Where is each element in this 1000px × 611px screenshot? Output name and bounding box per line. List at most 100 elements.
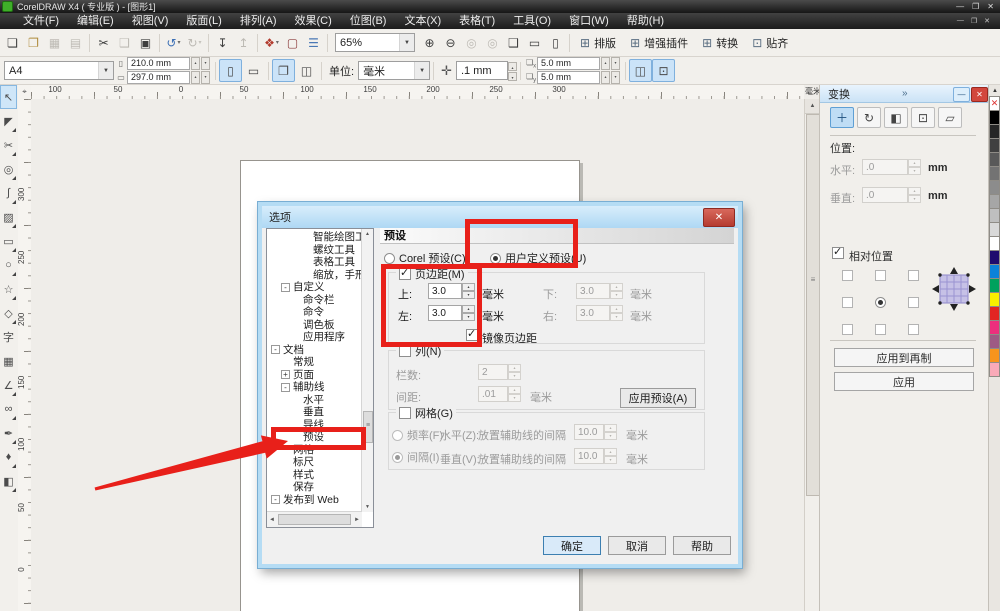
color-swatch[interactable] (989, 152, 1000, 167)
open-icon[interactable]: ❐ (23, 32, 44, 53)
vertical-ruler[interactable]: 300 250 200 150 100 50 0 (17, 99, 32, 611)
zoom-in-icon[interactable]: ⊕ (419, 32, 440, 53)
color-swatch[interactable] (989, 362, 1000, 377)
vertical-spinner[interactable]: ▴ ▾ (908, 187, 921, 203)
duplicate-x-field[interactable]: 5.0 mm (536, 57, 600, 70)
landscape-button[interactable]: ▭ (242, 59, 265, 82)
tree-item[interactable]: - 自定义 (268, 281, 363, 294)
tree-item[interactable]: - 发布到 Web (268, 494, 363, 507)
position-tool-button[interactable]: ＋ (830, 107, 854, 128)
margin-left-field[interactable]: 3.0 (428, 305, 462, 321)
radio-icon[interactable] (490, 252, 501, 264)
view-options-icon[interactable]: ☰ (303, 32, 324, 53)
ruler-origin-button[interactable]: ⌖ (18, 85, 32, 100)
tool-basic-shapes[interactable]: ◇ (0, 301, 17, 325)
tree-item[interactable]: + 页面 (268, 369, 363, 382)
zoom-out-icon[interactable]: ⊖ (440, 32, 461, 53)
export-icon[interactable]: ↥ (233, 32, 254, 53)
user-preset-radio[interactable]: 用户定义预设(U) (490, 250, 586, 266)
grid-horizontal-field[interactable]: 10.0 (574, 424, 604, 440)
typesetting-button[interactable]: ⊞ 排版 (573, 32, 623, 53)
radio-icon[interactable] (384, 252, 395, 264)
tree-vertical-scrollbar[interactable]: ▲ ≡ ▼ (361, 229, 373, 512)
frequency-radio[interactable]: 频率(F) (392, 427, 443, 443)
new-icon[interactable]: ❏ (2, 32, 23, 53)
tree-item[interactable]: 缩放，手形工具 (268, 269, 363, 282)
menu-item[interactable]: 位图(B) (341, 13, 396, 29)
color-swatch[interactable] (989, 278, 1000, 293)
tool-freehand[interactable]: ∫ (0, 181, 17, 205)
save-icon[interactable]: ▦ (44, 32, 65, 53)
tree-horizontal-scrollbar[interactable]: ◄ ► (267, 511, 362, 527)
welcome-screen-icon[interactable]: ▢ (282, 32, 303, 53)
tree-item[interactable]: 螺纹工具 (268, 244, 363, 257)
ok-button[interactable]: 确定 (543, 536, 601, 555)
color-swatch[interactable] (989, 250, 1000, 265)
maximize-icon[interactable]: ❐ (972, 2, 979, 11)
paper-width-spinner[interactable]: ▴ ▾ (191, 57, 210, 70)
duplicate-y-spinner[interactable]: ▴ ▾ (600, 71, 620, 84)
scroll-left-icon[interactable]: ◄ (267, 517, 277, 523)
close-icon[interactable]: ✕ (987, 2, 994, 11)
tree-expander-icon[interactable]: + (281, 370, 290, 380)
apply-preset-button[interactable]: 应用预设(A) (620, 388, 696, 408)
skew-tool-button[interactable]: ▱ (938, 107, 962, 128)
color-swatch[interactable] (989, 138, 1000, 153)
copy-icon[interactable]: ❑ (114, 32, 135, 53)
paper-width-field[interactable]: 210.0 mm (127, 57, 190, 70)
column-count-spinner[interactable]: ▴ ▾ (508, 364, 521, 380)
anchor-top-left[interactable] (842, 270, 853, 281)
docker-close-icon[interactable]: ✕ (971, 87, 988, 102)
tool-table[interactable]: ▦ (0, 349, 17, 373)
color-swatch[interactable] (989, 194, 1000, 209)
tree-item[interactable]: 表格工具 (268, 256, 363, 269)
paper-height-spinner[interactable]: ▴ ▾ (191, 71, 210, 84)
interval-radio[interactable]: 间隔(I) (392, 449, 439, 465)
color-swatch[interactable] (989, 222, 1000, 237)
grid-vertical-field[interactable]: 10.0 (574, 448, 604, 464)
scroll-down-icon[interactable]: ▼ (362, 502, 373, 512)
horizontal-field[interactable]: .0 (862, 159, 908, 175)
tool-polygon[interactable]: ☆ (0, 277, 17, 301)
color-swatch[interactable] (989, 264, 1000, 279)
tree-item[interactable]: - 文档 (268, 344, 363, 357)
anchor-left[interactable] (842, 297, 853, 308)
scrollbar-thumb[interactable] (278, 514, 351, 525)
units-combo[interactable]: 毫米 ▼ (358, 61, 431, 80)
tool-crop[interactable]: ✂ (0, 133, 17, 157)
color-swatch[interactable] (989, 334, 1000, 349)
canvas-vertical-scrollbar[interactable]: ▲ ≡ (804, 99, 820, 611)
facing-pages-button[interactable]: ◫ (295, 59, 318, 82)
minimize-icon[interactable]: — (956, 2, 964, 11)
menu-item[interactable]: 编辑(E) (68, 13, 123, 29)
margins-checkbox[interactable] (399, 266, 411, 280)
horizontal-spinner[interactable]: ▴ ▾ (908, 159, 921, 175)
collapse-icon[interactable]: » (902, 88, 908, 99)
duplicate-y-field[interactable]: 5.0 mm (536, 71, 600, 84)
color-swatch[interactable] (989, 320, 1000, 335)
grid-vertical-spinner[interactable]: ▴ ▾ (604, 448, 617, 464)
menu-item[interactable]: 窗口(W) (560, 13, 618, 29)
apply-button[interactable]: 应用 (834, 372, 974, 391)
treat-as-filled-button[interactable]: ⊡ (651, 59, 675, 82)
convert-button[interactable]: ⊞ 转换 (695, 32, 745, 53)
color-swatch[interactable] (989, 124, 1000, 139)
doc-minimize-icon[interactable]: — (957, 17, 964, 25)
paper-height-field[interactable]: 297.0 mm (127, 71, 190, 84)
tree-item[interactable]: 网格 (268, 444, 363, 457)
tree-expander-icon[interactable]: - (281, 282, 290, 292)
nudge-field[interactable]: .1 mm (455, 61, 508, 80)
margin-left-spinner[interactable]: ▴ ▾ (462, 305, 475, 321)
margin-bottom-spinner[interactable]: ▴ ▾ (610, 283, 623, 299)
portrait-button[interactable]: ▯ (219, 59, 242, 82)
tool-rectangle[interactable]: ▭ (0, 229, 17, 253)
tree-expander-icon[interactable]: - (281, 382, 290, 392)
tree-item[interactable]: 标尺 (268, 456, 363, 469)
color-swatch[interactable] (989, 110, 1000, 125)
menu-item[interactable]: 表格(T) (450, 13, 504, 29)
scroll-right-icon[interactable]: ► (352, 517, 362, 523)
radio-icon[interactable] (392, 429, 403, 441)
paste-icon[interactable]: ▣ (135, 32, 156, 53)
docker-minimize-icon[interactable]: — (953, 87, 970, 102)
menu-item[interactable]: 文件(F) (14, 13, 68, 29)
